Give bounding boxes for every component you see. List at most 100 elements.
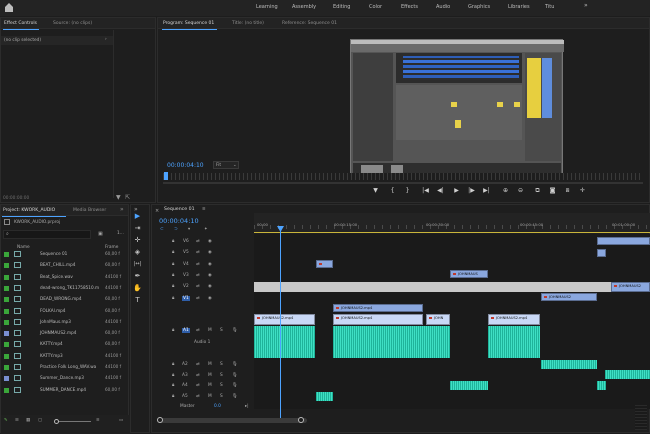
program-playhead[interactable]: [164, 172, 168, 180]
more-panels-button[interactable]: »: [120, 206, 124, 213]
list-item[interactable]: FOLKAl.mp4 60,00 f: [4, 307, 122, 317]
track-label[interactable]: V5: [182, 250, 190, 255]
clip-v1b[interactable]: JOHNMAUS2.mp4: [333, 314, 423, 325]
work-area-bar[interactable]: [254, 232, 650, 233]
list-item[interactable]: DEAD_WRONG.mp4 60,00 f: [4, 295, 122, 305]
microphone-icon[interactable]: 🎙︎: [232, 328, 237, 333]
tab-effect-controls[interactable]: Effect Controls: [4, 21, 37, 26]
type-tool[interactable]: T: [133, 296, 142, 305]
clip-v5b[interactable]: [316, 260, 333, 268]
program-zoom-bar[interactable]: [163, 182, 643, 184]
timeline-playhead[interactable]: [280, 226, 281, 420]
mute-button[interactable]: M: [208, 328, 212, 333]
lock-icon[interactable]: 🔒︎: [172, 284, 174, 289]
go-to-out-button[interactable]: ▶|: [482, 186, 491, 195]
solo-button[interactable]: S: [220, 362, 223, 367]
list-item[interactable]: KATTY.mp3 44100 f: [4, 352, 122, 362]
clip-v3b[interactable]: JOHNMAUS2: [541, 293, 597, 301]
add-button[interactable]: ✛: [578, 186, 587, 195]
zoom-slider[interactable]: [55, 421, 91, 422]
workspace-audio[interactable]: Audio: [436, 4, 450, 10]
sync-lock-icon[interactable]: ⇄: [196, 383, 200, 388]
fit-select[interactable]: Fit ⌄: [213, 161, 239, 169]
audio-clip-a1[interactable]: [254, 326, 315, 358]
clip-v2a[interactable]: JOHNMAUS2.mp4: [333, 304, 423, 312]
list-item[interactable]: KATTY.mp4 60,00 f: [4, 340, 122, 350]
sync-lock-icon[interactable]: ⇄: [196, 373, 200, 378]
track-select-tool[interactable]: ⇥: [133, 224, 142, 233]
step-forward-button[interactable]: |▶: [467, 186, 476, 195]
wrench-icon[interactable]: ✦: [204, 227, 208, 232]
audio-clip-a1[interactable]: [333, 326, 450, 358]
step-back-button[interactable]: ◀|: [436, 186, 445, 195]
tab-sequence[interactable]: Sequence 01: [164, 207, 195, 212]
track-label[interactable]: A2: [182, 362, 188, 367]
solo-button[interactable]: S: [220, 383, 223, 388]
audio-clip-a1[interactable]: [488, 326, 540, 358]
track-label[interactable]: V3: [182, 273, 190, 278]
list-item[interactable]: Practice Folk Long_WAV.wa 44100 f: [4, 363, 122, 373]
freeform-view-icon[interactable]: ▢: [38, 418, 42, 423]
slip-tool[interactable]: |↔|: [133, 260, 142, 269]
mark-out-button[interactable]: }: [403, 186, 412, 195]
sequence-menu-icon[interactable]: ≡: [202, 207, 206, 212]
sync-lock-icon[interactable]: ⇄: [196, 262, 200, 267]
linked-selection-icon[interactable]: ⊃: [174, 227, 178, 232]
tab-media-browser[interactable]: Media Browser: [73, 208, 106, 213]
extract-button[interactable]: ⊖: [516, 186, 525, 195]
eye-icon[interactable]: ◉: [208, 296, 212, 301]
lift-button[interactable]: ⊕: [501, 186, 510, 195]
vr-button[interactable]: ⧈: [563, 186, 572, 195]
solo-button[interactable]: S: [220, 373, 223, 378]
filter-icon[interactable]: ▼: [116, 194, 121, 201]
clip-v3-bar[interactable]: [254, 282, 650, 292]
audio-clip-a2[interactable]: [541, 360, 597, 369]
go-to-end-icon[interactable]: ▸|: [245, 404, 249, 409]
microphone-icon[interactable]: 🎙︎: [232, 383, 237, 388]
workspace-libraries[interactable]: Libraries: [508, 4, 530, 10]
list-item[interactable]: JohnMaus.mp3 44100 f: [4, 318, 122, 328]
lock-icon[interactable]: 🔒︎: [172, 296, 174, 301]
workspace-titu[interactable]: Titu: [545, 4, 554, 10]
list-item[interactable]: Summer_Dance.mp3 44100 f: [4, 374, 122, 384]
bin-icon[interactable]: ▭: [119, 418, 123, 423]
clip-v4[interactable]: JOHNMAUS: [450, 270, 488, 278]
sort-icon[interactable]: ≡: [96, 418, 100, 423]
tab-source[interactable]: Source: (no clips): [53, 21, 92, 26]
timeline-timecode[interactable]: 00:00:04:10: [159, 217, 199, 225]
lock-icon[interactable]: 🔒︎: [172, 394, 174, 399]
clip-v5[interactable]: [597, 249, 606, 257]
hand-tool[interactable]: ✋: [133, 284, 142, 293]
mark-in-button[interactable]: {: [388, 186, 397, 195]
new-bin-icon[interactable]: ▣: [98, 231, 103, 237]
more-workspaces-button[interactable]: »: [584, 2, 588, 9]
snap-icon[interactable]: ⊂: [160, 227, 164, 232]
clip-v1a[interactable]: JOHNMAUS2.mp4: [254, 314, 315, 325]
sync-lock-icon[interactable]: ⇄: [196, 296, 200, 301]
sync-lock-icon[interactable]: ⇄: [196, 328, 200, 333]
play-button[interactable]: ▶: [452, 186, 461, 195]
selection-tool[interactable]: ▶: [133, 212, 142, 221]
camera-icon[interactable]: ◙: [548, 186, 557, 195]
clip-v3[interactable]: JOHNMAUS2: [611, 282, 650, 292]
lock-icon[interactable]: 🔒︎: [172, 383, 174, 388]
list-item[interactable]: JOHNMAUS2.mp4 60,00 f: [4, 329, 122, 339]
sync-lock-icon[interactable]: ⇄: [196, 362, 200, 367]
lock-icon[interactable]: 🔒︎: [172, 328, 174, 333]
chevron-right-icon[interactable]: ›: [105, 37, 107, 42]
scroll-handle-right[interactable]: [298, 417, 304, 423]
tab-program[interactable]: Program: Sequence 01: [163, 21, 214, 26]
eye-icon[interactable]: ◉: [208, 250, 212, 255]
workspace-learning[interactable]: Learning: [256, 4, 278, 10]
track-label[interactable]: V2: [182, 284, 190, 289]
add-marker-icon[interactable]: ▾: [188, 227, 190, 232]
lock-icon[interactable]: 🔒︎: [172, 373, 174, 378]
workspace-graphics[interactable]: Graphics: [468, 4, 490, 10]
track-label[interactable]: V6: [182, 239, 190, 244]
lock-icon[interactable]: 🔒︎: [172, 362, 174, 367]
eye-icon[interactable]: ◉: [208, 262, 212, 267]
list-item[interactable]: BEAT_CHILL.mp4 60,00 f: [4, 261, 122, 271]
tab-project[interactable]: Project: KWORK_AUDIO: [3, 208, 55, 213]
microphone-icon[interactable]: 🎙︎: [232, 362, 237, 367]
track-label[interactable]: V4: [182, 262, 190, 267]
